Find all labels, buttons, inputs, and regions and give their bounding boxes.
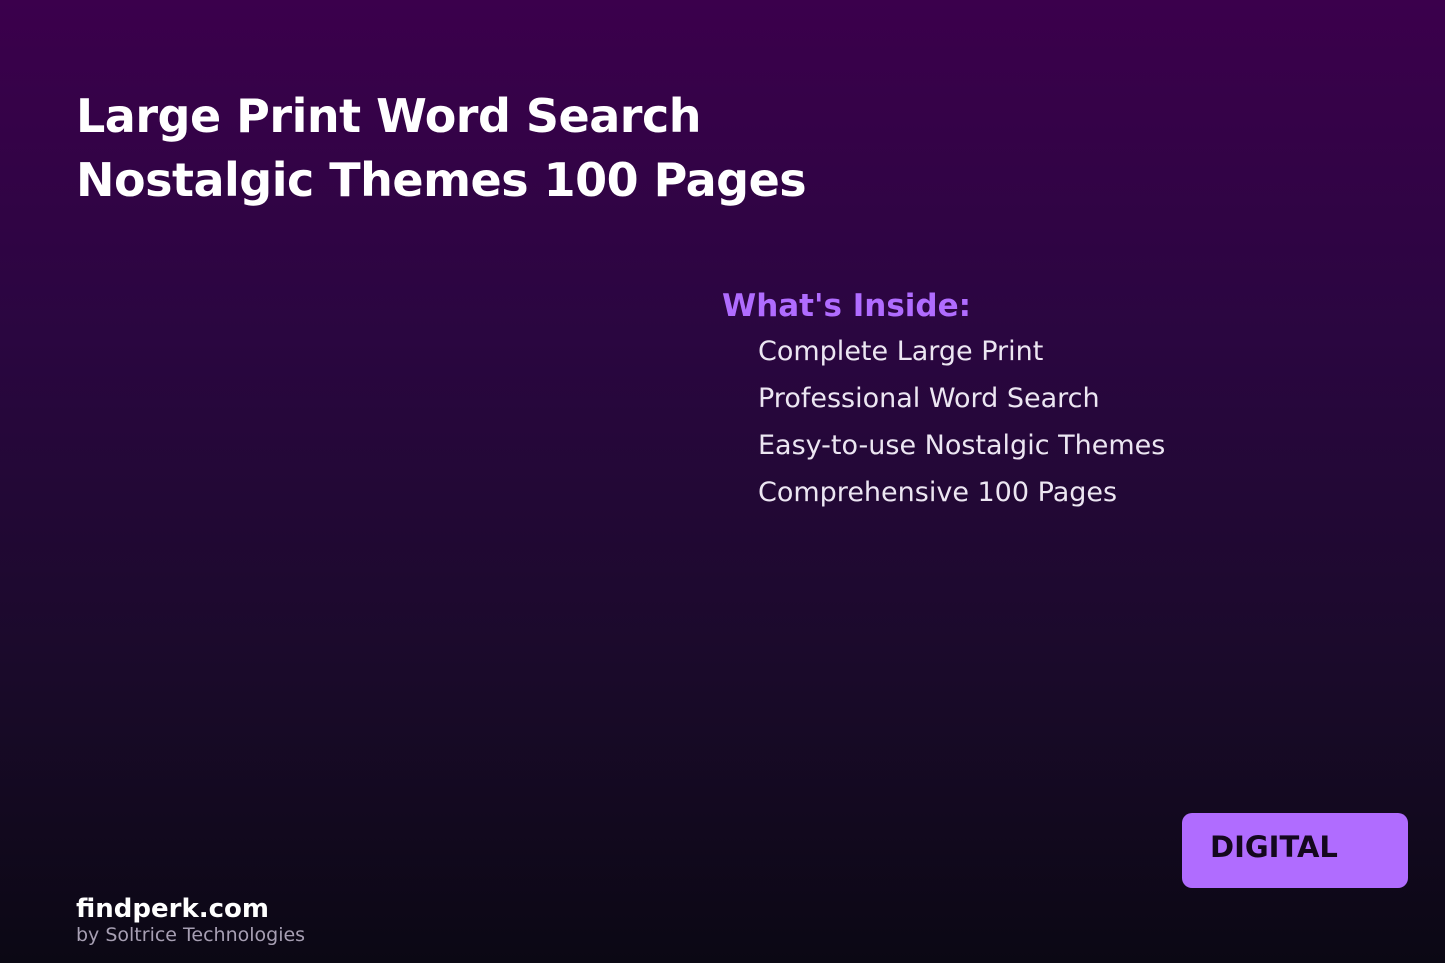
brand-block: findperk.com by Soltrice Technologies: [76, 893, 305, 945]
product-title: Large Print Word Search Nostalgic Themes…: [76, 84, 807, 212]
brand-byline: by Soltrice Technologies: [76, 924, 306, 946]
brand-name: findperk.com: [76, 894, 269, 924]
product-title-line-1: Large Print Word Search: [76, 89, 702, 143]
format-badge: DIGITAL: [1182, 813, 1408, 888]
list-item: Comprehensive 100 Pages: [758, 477, 1118, 508]
whats-inside-section: What's Inside: Complete Large Print Prof…: [722, 284, 1165, 516]
list-item: Professional Word Search: [758, 383, 1100, 414]
whats-inside-list: Complete Large Print Professional Word S…: [722, 328, 1165, 516]
list-item: Complete Large Print: [758, 336, 1044, 367]
product-title-line-2: Nostalgic Themes 100 Pages: [76, 153, 807, 207]
list-item: Easy-to-use Nostalgic Themes: [758, 430, 1166, 461]
whats-inside-heading: What's Inside:: [722, 288, 972, 324]
